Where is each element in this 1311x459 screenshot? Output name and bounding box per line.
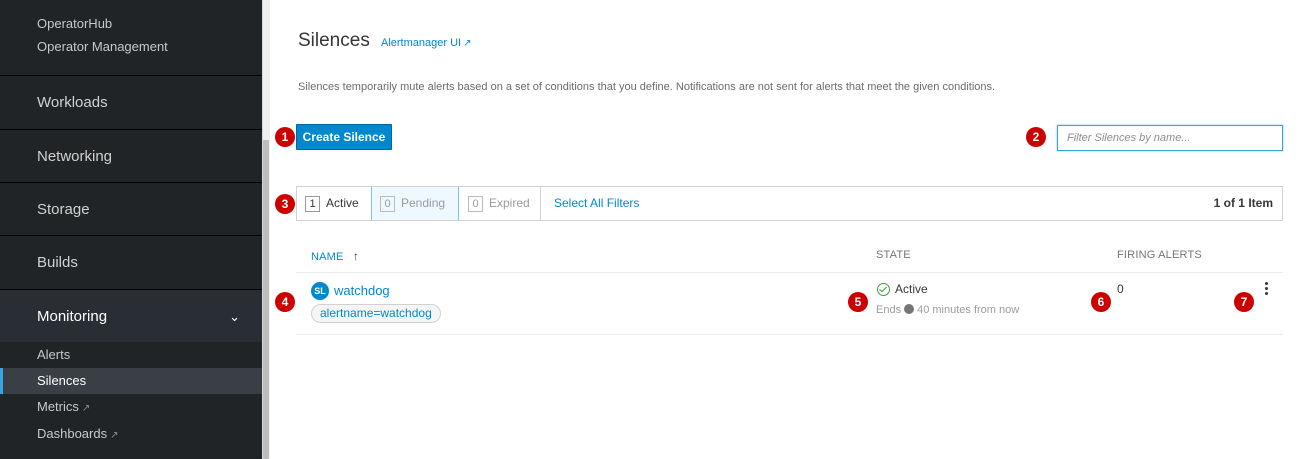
item-count: 1 of 1 Item	[1213, 196, 1273, 210]
sidebar-section-builds[interactable]: Builds	[0, 235, 262, 288]
callout-marker: 5	[848, 292, 868, 312]
sidebar-section-monitoring[interactable]: Monitoring ⌄	[0, 289, 262, 342]
column-header-name-label: NAME	[311, 251, 344, 263]
ends-prefix: Ends	[876, 304, 902, 316]
silence-resource-badge: SL	[311, 282, 329, 300]
sidebar-item-metrics[interactable]: Metrics ↗	[0, 394, 262, 420]
alertmanager-ui-link[interactable]: Alertmanager UI ↗	[381, 37, 471, 49]
kebab-menu-icon[interactable]	[1264, 282, 1270, 298]
callout-marker: 3	[275, 194, 295, 214]
table-header-divider	[296, 272, 1283, 273]
table-row-divider	[296, 334, 1283, 335]
filter-silences-input[interactable]: Filter Silences by name...	[1057, 125, 1283, 151]
external-link-icon: ↗	[110, 430, 119, 441]
filter-pending-count: 0	[380, 196, 395, 212]
sidebar-section-storage[interactable]: Storage	[0, 182, 262, 235]
callout-marker: 1	[275, 127, 295, 147]
callout-marker: 4	[275, 292, 295, 312]
sort-ascending-icon: ↑	[352, 249, 360, 263]
sidebar-section-networking[interactable]: Networking	[0, 129, 262, 182]
sidebar-item-dashboards-label: Dashboards	[37, 426, 108, 441]
column-header-name[interactable]: NAME ↑	[311, 249, 359, 263]
alertmanager-ui-label: Alertmanager UI	[381, 37, 462, 49]
select-all-filters-link[interactable]: Select All Filters	[554, 187, 639, 220]
sidebar-section-monitoring-label: Monitoring	[37, 308, 108, 325]
filter-expired[interactable]: 0 Expired	[460, 187, 541, 220]
external-link-icon: ↗	[81, 403, 91, 414]
column-header-firing-alerts[interactable]: FIRING ALERTS	[1117, 249, 1202, 261]
sidebar-item-dashboards[interactable]: Dashboards ↗	[0, 421, 262, 447]
sidebar-section-workloads[interactable]: Workloads	[0, 75, 262, 128]
filter-expired-count: 0	[468, 196, 483, 212]
create-silence-button[interactable]: Create Silence	[296, 124, 392, 150]
filter-pending-label: Pending	[401, 196, 446, 210]
silence-matcher-label: alertname=watchdog	[311, 304, 441, 323]
filter-active-count: 1	[305, 196, 320, 212]
sidebar: OperatorHub Operator Management Workload…	[0, 0, 262, 459]
filter-expired-label: Expired	[489, 196, 530, 210]
check-circle-icon	[877, 283, 890, 296]
ends-time: 40 minutes from now	[917, 304, 1020, 316]
silence-state: Active	[895, 282, 928, 296]
globe-icon	[904, 304, 915, 314]
page-title: Silences	[298, 30, 370, 51]
filter-pending[interactable]: 0 Pending	[371, 187, 459, 220]
sidebar-item-alerts[interactable]: Alerts	[0, 342, 262, 368]
sidebar-item-silences[interactable]: Silences	[0, 368, 262, 394]
firing-alerts-count: 0	[1117, 282, 1124, 296]
callout-marker: 2	[1026, 127, 1046, 147]
sidebar-item-metrics-label: Metrics	[37, 399, 79, 414]
column-header-state[interactable]: STATE	[876, 249, 911, 261]
silence-name-link[interactable]: watchdog	[334, 283, 390, 298]
silence-ends: Ends 40 minutes from now	[876, 304, 1019, 316]
filter-active[interactable]: 1 Active	[297, 187, 371, 220]
sidebar-scrollbar-thumb[interactable]	[263, 140, 269, 459]
silence-state-filters: 1 Active 0 Pending 0 Expired Select All Fil…	[296, 186, 1283, 221]
filter-active-label: Active	[326, 196, 359, 210]
external-link-icon: ↗	[463, 38, 472, 49]
chevron-down-icon: ⌄	[229, 309, 240, 324]
callout-marker: 7	[1234, 292, 1254, 312]
page-description: Silences temporarily mute alerts based o…	[298, 81, 996, 93]
sidebar-item-operator-management[interactable]: Operator Management	[0, 34, 262, 60]
callout-marker: 6	[1091, 292, 1111, 312]
